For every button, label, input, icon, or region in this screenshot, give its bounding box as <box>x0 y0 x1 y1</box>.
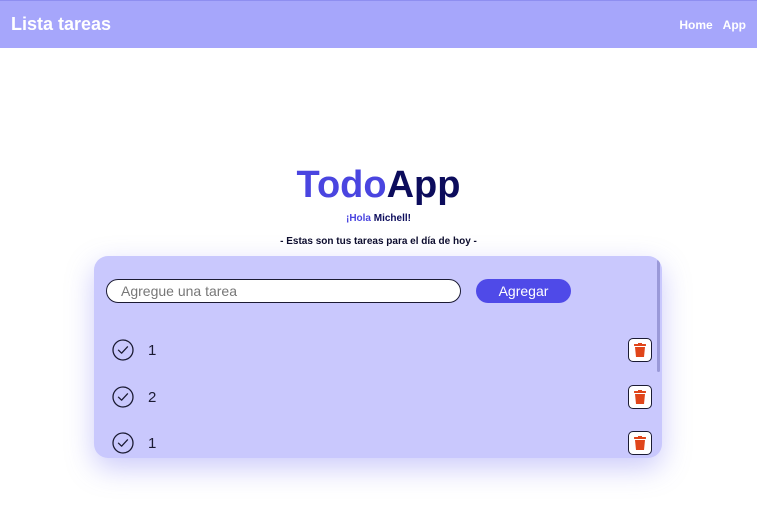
trash-icon <box>634 390 646 404</box>
navbar-brand[interactable]: Lista tareas <box>11 14 111 35</box>
greeting-hola: ¡Hola <box>345 213 371 224</box>
title-app: App <box>386 164 461 206</box>
task-item: 2 <box>112 385 652 409</box>
subtitle: - Estas son tus tareas para el día de ho… <box>280 236 477 247</box>
check-circle-icon[interactable] <box>112 386 134 408</box>
task-text: 2 <box>148 388 157 406</box>
greeting-name: Michell! <box>373 213 411 224</box>
task-text: 1 <box>148 341 157 359</box>
trash-icon <box>634 436 646 450</box>
delete-button[interactable] <box>628 338 652 362</box>
nav-link-home[interactable]: Home <box>679 18 712 32</box>
check-circle-icon[interactable] <box>112 339 134 361</box>
task-item: 1 <box>112 338 652 362</box>
greeting: ¡Hola Michell! <box>0 213 757 224</box>
delete-button[interactable] <box>628 385 652 409</box>
task-item: 1 <box>112 431 652 455</box>
nav-links: Home App <box>679 18 746 32</box>
title-todo: Todo <box>296 164 387 206</box>
check-circle-icon[interactable] <box>112 432 134 454</box>
add-button[interactable]: Agregar <box>476 279 571 303</box>
task-text: 1 <box>148 434 157 452</box>
scrollbar[interactable] <box>657 260 660 372</box>
trash-icon <box>634 343 646 357</box>
delete-button[interactable] <box>628 431 652 455</box>
nav-link-app[interactable]: App <box>723 18 746 32</box>
task-input[interactable] <box>106 279 461 303</box>
page-title: TodoApp <box>0 163 757 207</box>
navbar: Lista tareas Home App <box>0 0 757 48</box>
task-card: Agregar 1 2 1 <box>94 256 662 458</box>
